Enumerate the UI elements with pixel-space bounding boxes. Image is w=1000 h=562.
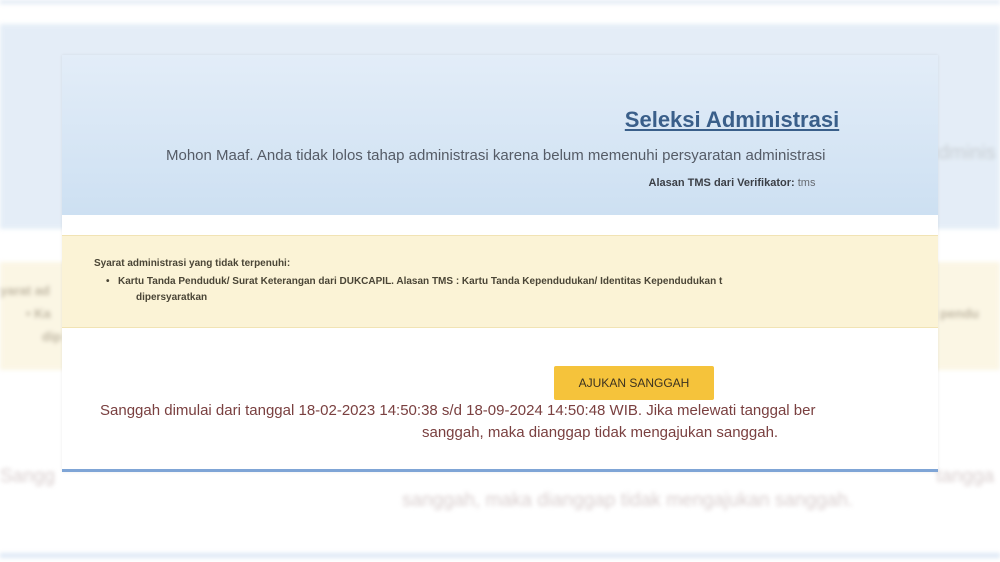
bg-text-note-left: Sangg [0,466,55,487]
list-item: • Kartu Tanda Penduduk/ Surat Keterangan… [106,274,723,306]
ajukan-sanggah-button[interactable]: AJUKAN SANGGAH [554,366,714,400]
requirement-text: Kartu Tanda Penduduk/ Surat Keterangan d… [118,276,723,287]
bg-text-warn-right: pendu [940,306,979,321]
bg-bottom-line [0,553,1000,558]
bg-text-warn-item: • Ka [26,306,51,321]
requirement-text-cont: dipersyaratkan [136,292,208,303]
bg-text-right-header: dminis [938,142,996,164]
objection-period-note-cont: sanggah, maka dianggap tidak mengajukan … [422,424,779,441]
reason-label: Alasan TMS dari Verifikator: [648,177,795,189]
bg-text-note-line2: sanggah, maka dianggap tidak mengajukan … [402,490,854,511]
rejection-message: Mohon Maaf. Anda tidak lolos tahap admin… [166,147,826,164]
verifier-reason: Alasan TMS dari Verifikator: tms [62,177,938,189]
page-title: Seleksi Administrasi [624,107,840,132]
requirements-list: • Kartu Tanda Penduduk/ Surat Keterangan… [106,274,723,306]
unmet-requirements-box: Syarat administrasi yang tidak terpenuhi… [62,235,938,328]
objection-period-note: Sanggah dimulai dari tanggal 18-02-2023 … [100,402,816,419]
bg-top-line [0,0,1000,4]
bg-text-note-right: tangga [936,466,995,487]
card-bottom-border [62,469,938,472]
result-header: Seleksi Administrasi Mohon Maaf. Anda ti… [62,55,938,215]
selection-result-card: Seleksi Administrasi Mohon Maaf. Anda ti… [62,55,938,472]
reason-value: tms [797,177,816,189]
requirements-title: Syarat administrasi yang tidak terpenuhi… [94,258,291,269]
bg-text-warn-item2: dip [42,329,62,344]
bg-text-warn-title: yarat ad [0,283,50,298]
bullet-icon: • [106,276,110,287]
